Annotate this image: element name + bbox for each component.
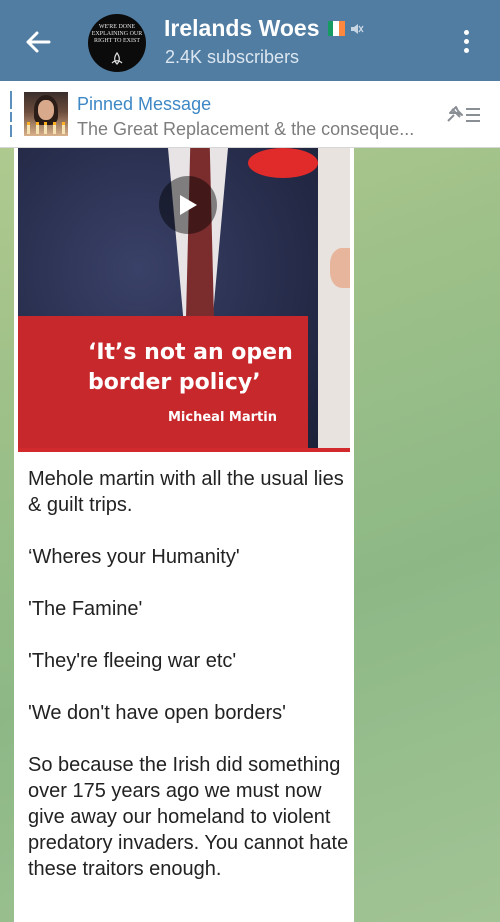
message-text: Mehole martin with all the usual lies & …	[28, 468, 349, 880]
video-speaker: Micheal Martin	[168, 410, 277, 425]
message-bubble[interactable]: ‘It’s not an open border policy’ Micheal…	[14, 148, 354, 922]
back-arrow-icon[interactable]	[22, 26, 54, 58]
speaker-muted-icon	[350, 23, 364, 34]
more-vertical-icon[interactable]	[456, 28, 476, 58]
play-button[interactable]	[159, 176, 217, 234]
pin-position-indicator	[10, 91, 12, 137]
video-caption-band: ‘It’s not an open border policy’ Micheal…	[18, 316, 308, 452]
pinned-message-bar[interactable]: Pinned Message The Great Replacement & t…	[0, 81, 500, 148]
pinned-preview-text: The Great Replacement & the conseque...	[77, 119, 415, 139]
pin-list-icon[interactable]	[444, 101, 484, 129]
play-icon	[180, 195, 197, 215]
video-quote: ‘It’s not an open border policy’	[88, 340, 293, 395]
avatar-caption: WE'RE DONE EXPLAINING OUR RIGHT TO EXIST	[91, 24, 143, 44]
subscriber-count: 2.4K subscribers	[165, 47, 300, 67]
pinned-thumbnail	[24, 92, 68, 136]
triquetra-icon	[111, 52, 123, 65]
channel-avatar[interactable]: WE'RE DONE EXPLAINING OUR RIGHT TO EXIST	[88, 14, 146, 72]
channel-title: Irelands Woes	[164, 15, 320, 41]
video-thumbnail[interactable]: ‘It’s not an open border policy’ Micheal…	[18, 148, 350, 452]
irish-flag-icon	[327, 21, 345, 36]
media-divider	[18, 448, 350, 452]
flag-orange-stripe	[338, 21, 345, 36]
channel-header: WE'RE DONE EXPLAINING OUR RIGHT TO EXIST…	[0, 0, 500, 81]
pinned-label: Pinned Message	[77, 94, 212, 114]
channel-title-row[interactable]: Irelands Woes	[164, 15, 364, 42]
